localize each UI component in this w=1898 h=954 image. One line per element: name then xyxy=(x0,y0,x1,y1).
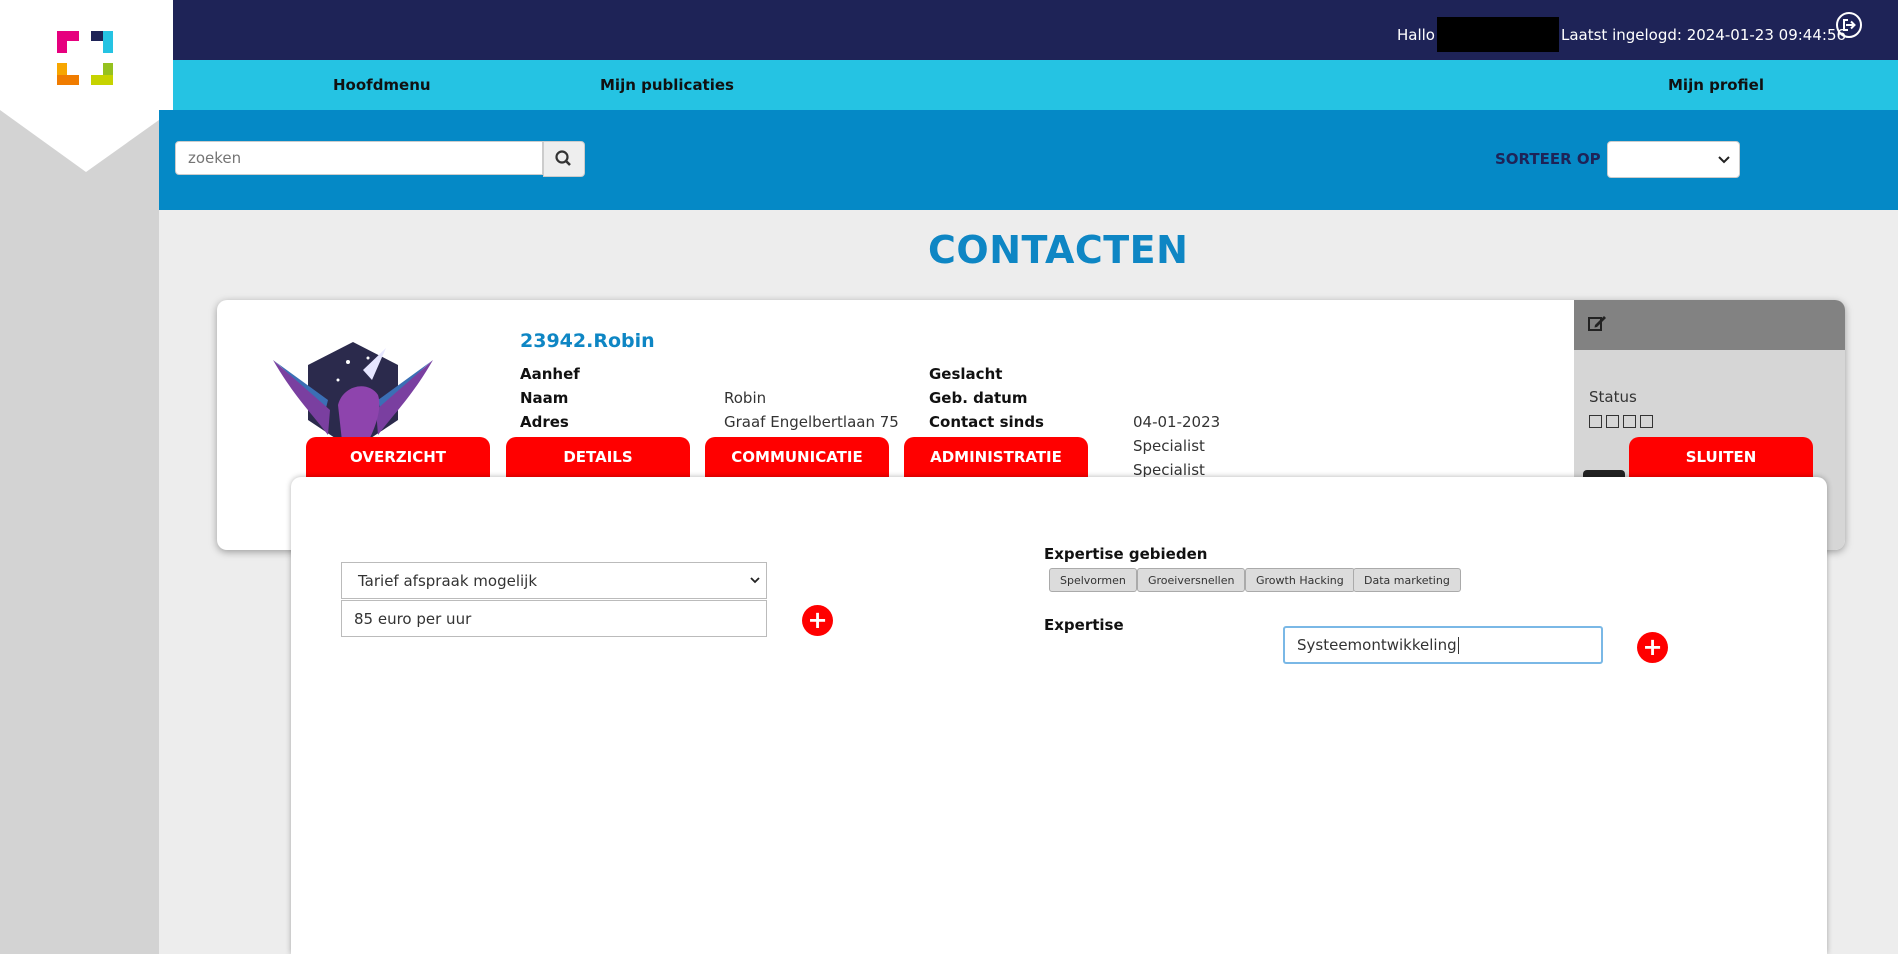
tab-communication[interactable]: COMMUNICATIE xyxy=(705,437,889,477)
naam-value: Robin xyxy=(724,389,767,407)
last-login-text: Laatst ingelogd: 2024-01-23 09:44:56 xyxy=(1561,26,1847,44)
sort-select[interactable] xyxy=(1607,141,1740,178)
expertise-input[interactable]: Systeemontwikkeling xyxy=(1283,626,1603,664)
status-indicators xyxy=(1589,413,1653,432)
aanhef-label: Aanhef xyxy=(520,365,580,383)
adres-label: Adres xyxy=(520,413,569,431)
gebdatum-label: Geb. datum xyxy=(929,389,1028,407)
contact-name[interactable]: 23942.Robin xyxy=(520,330,655,352)
sort-label: SORTEER OP xyxy=(1495,150,1601,168)
nav-my-publications[interactable]: Mijn publicaties xyxy=(600,60,734,110)
page-title: CONTACTEN xyxy=(928,228,1189,272)
status-box[interactable] xyxy=(1623,415,1636,428)
greeting-text: Hallo xyxy=(1397,26,1435,44)
app-logo[interactable] xyxy=(57,31,113,85)
status-box[interactable] xyxy=(1606,415,1619,428)
tab-details[interactable]: DETAILS xyxy=(506,437,690,477)
chevron-down-icon xyxy=(1718,156,1730,164)
status-label: Status xyxy=(1589,388,1637,406)
nav-my-profile[interactable]: Mijn profiel xyxy=(1668,60,1764,110)
geslacht-label: Geslacht xyxy=(929,365,1003,383)
main-nav: Hoofdmenu Mijn publicaties Mijn profiel xyxy=(173,60,1898,110)
expertise-tag[interactable]: Growth Hacking xyxy=(1245,568,1355,592)
logo-panel xyxy=(0,0,173,110)
naam-label: Naam xyxy=(520,389,569,407)
contact-sinds-label: Contact sinds xyxy=(929,413,1044,431)
tab-overview[interactable]: OVERZICHT xyxy=(306,437,490,477)
expertise-label: Expertise xyxy=(1044,616,1124,634)
tariff-input[interactable]: 85 euro per uur xyxy=(341,600,767,637)
nav-main-menu[interactable]: Hoofdmenu xyxy=(333,60,431,110)
contact-sinds-value: 04-01-2023 xyxy=(1133,413,1221,431)
chevron-down-icon xyxy=(750,577,760,584)
expertise-tag[interactable]: Groeiversnellen xyxy=(1137,568,1246,592)
search-icon xyxy=(555,150,571,166)
status-box[interactable] xyxy=(1640,415,1653,428)
close-button[interactable]: SLUITEN xyxy=(1629,437,1813,477)
contact-card-side-header xyxy=(1574,300,1845,350)
plus-icon: + xyxy=(1642,633,1663,661)
top-bar: Hallo Laatst ingelogd: 2024-01-23 09:44:… xyxy=(173,0,1898,60)
tariff-select[interactable]: Tarief afspraak mogelijk xyxy=(341,562,767,599)
search-input[interactable] xyxy=(175,141,543,175)
tariff-select-value: Tarief afspraak mogelijk xyxy=(358,571,538,590)
status-box[interactable] xyxy=(1589,415,1602,428)
logout-icon[interactable] xyxy=(1836,12,1862,38)
expertise-areas-label: Expertise gebieden xyxy=(1044,545,1208,563)
adres-value: Graaf Engelbertlaan 75 xyxy=(724,413,899,431)
expertise-tag[interactable]: Spelvormen xyxy=(1049,568,1137,592)
tariff-input-value: 85 euro per uur xyxy=(354,609,472,628)
plus-icon: + xyxy=(807,606,828,634)
expertise-tag[interactable]: Data marketing xyxy=(1353,568,1461,592)
role-value: Specialist xyxy=(1133,437,1205,455)
search-button[interactable] xyxy=(543,141,585,177)
redacted-username xyxy=(1437,17,1559,52)
expertise-input-value: Systeemontwikkeling xyxy=(1297,636,1457,654)
edit-icon[interactable] xyxy=(1588,314,1608,332)
add-tariff-button[interactable]: + xyxy=(802,605,833,636)
add-expertise-button[interactable]: + xyxy=(1637,632,1668,663)
logo-panel-tip xyxy=(0,110,173,172)
tab-administration[interactable]: ADMINISTRATIE xyxy=(904,437,1088,477)
text-cursor xyxy=(1457,636,1459,654)
